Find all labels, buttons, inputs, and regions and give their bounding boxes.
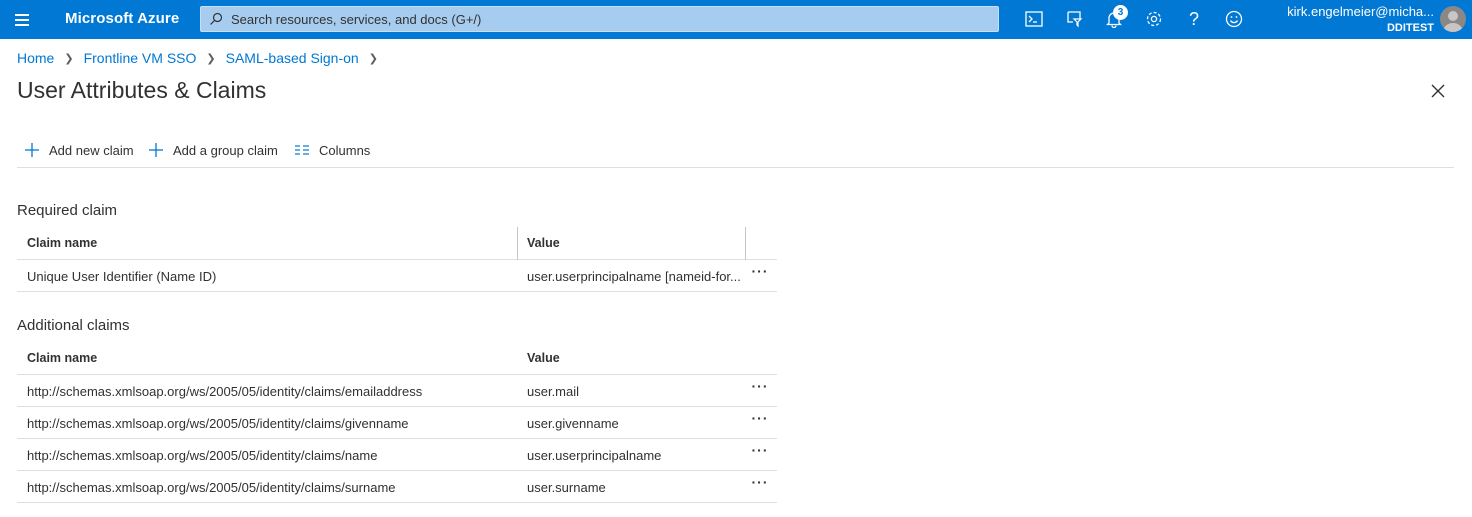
table-row[interactable]: Unique User Identifier (Name ID) user.us… [17, 260, 777, 292]
more-options-icon[interactable]: ··· [748, 475, 772, 495]
column-resize-handle[interactable] [517, 227, 518, 260]
directory-filter-icon[interactable] [1063, 8, 1085, 30]
columns-label: Columns [319, 142, 371, 158]
close-icon[interactable] [1428, 81, 1448, 101]
header-value[interactable]: Value [527, 351, 743, 365]
settings-icon[interactable] [1143, 8, 1165, 30]
cloud-shell-icon[interactable] [1023, 8, 1045, 30]
chevron-right-icon: ❯ [368, 52, 378, 65]
column-resize-handle[interactable] [745, 227, 746, 260]
user-email[interactable]: kirk.engelmeier@micha... [1287, 4, 1434, 19]
required-claim-heading: Required claim [17, 202, 118, 219]
table-row[interactable]: http://schemas.xmlsoap.org/ws/2005/05/id… [17, 375, 777, 407]
user-tenant[interactable]: DDITEST [1387, 22, 1434, 34]
avatar[interactable] [1440, 6, 1466, 32]
claim-value: user.givenname [527, 416, 619, 431]
more-options-icon[interactable]: ··· [748, 379, 772, 399]
claim-name: http://schemas.xmlsoap.org/ws/2005/05/id… [27, 480, 396, 495]
add-group-claim-button[interactable]: Add a group claim [148, 140, 278, 160]
breadcrumb-home[interactable]: Home [17, 50, 54, 66]
portal-brand[interactable]: Microsoft Azure [65, 10, 179, 27]
claim-name: http://schemas.xmlsoap.org/ws/2005/05/id… [27, 448, 378, 463]
header-claim-name[interactable]: Claim name [27, 351, 97, 365]
table-row[interactable]: http://schemas.xmlsoap.org/ws/2005/05/id… [17, 471, 777, 503]
breadcrumb-sso[interactable]: SAML-based Sign-on [226, 50, 359, 66]
add-group-claim-label: Add a group claim [173, 142, 278, 158]
notifications-badge: 3 [1113, 5, 1128, 20]
more-options-icon[interactable]: ··· [748, 264, 772, 284]
add-new-claim-label: Add new claim [49, 142, 134, 158]
table-row[interactable]: http://schemas.xmlsoap.org/ws/2005/05/id… [17, 439, 777, 471]
breadcrumb-app[interactable]: Frontline VM SSO [84, 50, 197, 66]
required-claims-table: Claim name Value Unique User Identifier … [17, 227, 777, 292]
table-row[interactable]: http://schemas.xmlsoap.org/ws/2005/05/id… [17, 407, 777, 439]
claim-value: user.mail [527, 384, 580, 399]
breadcrumb: Home ❯ Frontline VM SSO ❯ SAML-based Sig… [17, 50, 388, 66]
header-claim-name[interactable]: Claim name [27, 236, 97, 250]
header-value[interactable]: Value [527, 236, 743, 250]
add-new-claim-button[interactable]: Add new claim [24, 140, 134, 160]
claim-name: http://schemas.xmlsoap.org/ws/2005/05/id… [27, 416, 409, 431]
more-options-icon[interactable]: ··· [748, 443, 772, 463]
top-bar: Microsoft Azure 3 ? kirk.engelmeier@mich… [0, 0, 1472, 39]
claim-value: user.userprincipalname [527, 448, 662, 463]
search-box[interactable] [200, 6, 999, 32]
command-bar: Add new claim Add a group claim Columns [17, 133, 1454, 168]
plus-icon [149, 143, 163, 157]
table-header-row: Claim name Value [17, 342, 777, 375]
plus-icon [25, 143, 39, 157]
columns-icon [295, 145, 309, 155]
additional-claims-table: Claim name Value http://schemas.xmlsoap.… [17, 342, 777, 503]
chevron-right-icon: ❯ [64, 52, 74, 65]
page-title: User Attributes & Claims [17, 77, 267, 103]
additional-claims-heading: Additional claims [17, 317, 130, 334]
claim-name: Unique User Identifier (Name ID) [27, 269, 217, 284]
more-options-icon[interactable]: ··· [748, 411, 772, 431]
help-icon[interactable]: ? [1183, 8, 1205, 30]
table-header-row: Claim name Value [17, 227, 777, 260]
claim-name: http://schemas.xmlsoap.org/ws/2005/05/id… [27, 384, 423, 399]
search-input[interactable] [231, 10, 971, 28]
columns-button[interactable]: Columns [294, 140, 370, 160]
search-icon [210, 12, 223, 25]
feedback-icon[interactable] [1223, 8, 1245, 30]
chevron-right-icon: ❯ [206, 52, 216, 65]
claim-value: user.userprincipalname [nameid-for... [527, 269, 741, 284]
claim-value: user.surname [527, 480, 606, 495]
hamburger-icon[interactable] [10, 8, 34, 30]
